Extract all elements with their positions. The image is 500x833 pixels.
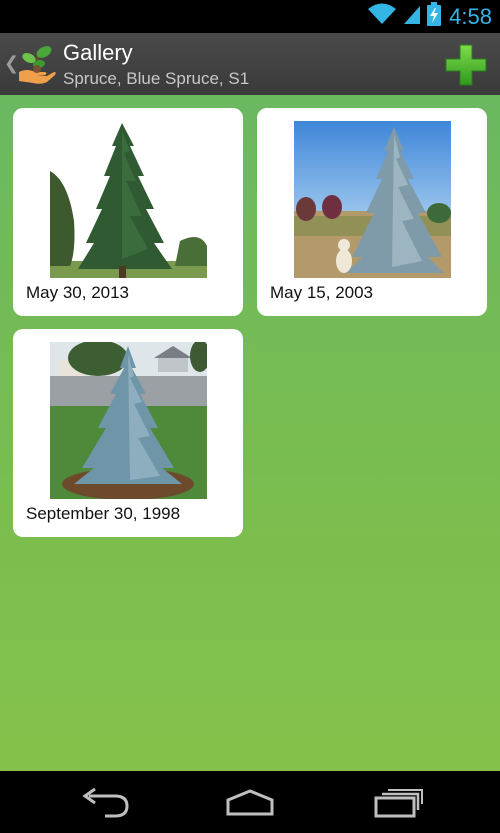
photo-date: September 30, 1998 [26, 504, 181, 523]
gallery-photo[interactable] [294, 121, 451, 278]
signal-icon [403, 3, 421, 30]
battery-charging-icon [427, 2, 442, 31]
plant-in-hand-icon[interactable] [17, 42, 57, 86]
gallery-photo[interactable] [50, 121, 207, 278]
status-time: 4:58 [449, 4, 492, 29]
add-plus-icon[interactable] [444, 43, 488, 87]
status-icons: 4:58 [367, 2, 492, 31]
recent-apps-icon[interactable] [367, 786, 427, 820]
gallery-photo[interactable] [50, 342, 207, 499]
photo-date: May 30, 2013 [26, 283, 130, 302]
action-bar: ❮ Gallery Spruce, Blue Spruce, S1 [0, 33, 500, 96]
home-icon[interactable] [220, 786, 280, 820]
navigation-bar [0, 771, 500, 833]
back-icon[interactable] [75, 786, 135, 820]
gallery-item[interactable]: May 15, 2003 [257, 108, 487, 316]
gallery-item[interactable]: May 30, 2013 [13, 108, 243, 316]
wifi-icon [367, 3, 397, 30]
screen: 4:58 ❮ Gallery Spruce, Blue Spruce, S1 M… [0, 0, 500, 833]
gallery-item[interactable]: September 30, 1998 [13, 329, 243, 537]
photo-date: May 15, 2003 [270, 283, 374, 302]
page-title: Gallery [63, 40, 133, 65]
title-block: Gallery Spruce, Blue Spruce, S1 [63, 40, 249, 90]
page-subtitle: Spruce, Blue Spruce, S1 [63, 69, 250, 88]
gallery-content: May 30, 2013 May 15, 2003 September 30, … [0, 95, 500, 771]
status-bar: 4:58 [0, 0, 500, 33]
